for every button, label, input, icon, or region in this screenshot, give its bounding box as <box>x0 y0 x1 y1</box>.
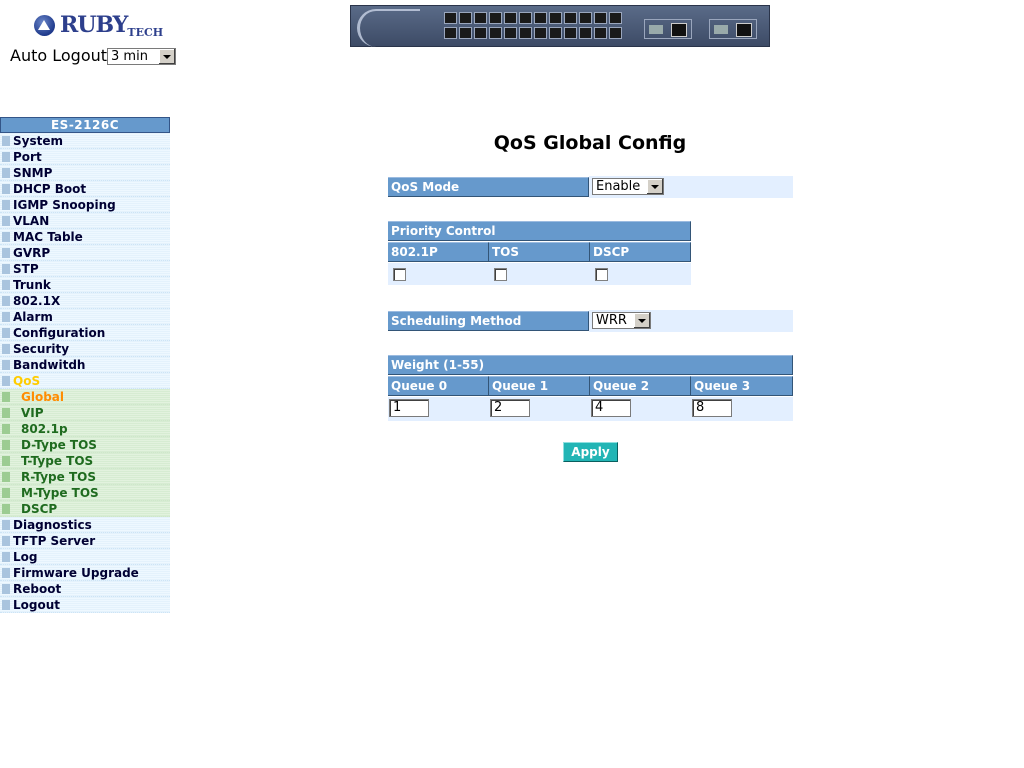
sidebar-item-tftp-server[interactable]: TFTP Server <box>0 533 170 549</box>
queue-2-weight-input[interactable]: 4 <box>591 399 631 417</box>
weight-col-queue-0: Queue 0 <box>388 376 489 396</box>
logo-wordmark: RUBYTECH <box>60 12 163 39</box>
sidebar-item-vlan[interactable]: VLAN <box>0 213 170 229</box>
sidebar-subitem-8021p[interactable]: 802.1p <box>0 421 170 437</box>
switch-front-panel-image <box>350 5 770 47</box>
sidebar-item-qos[interactable]: QoS <box>0 373 170 389</box>
weight-cell-queue-3: 8 <box>691 397 793 421</box>
sidebar-item-dhcp-boot[interactable]: DHCP Boot <box>0 181 170 197</box>
priority-8021p-checkbox[interactable] <box>393 268 406 281</box>
qos-mode-select[interactable]: Enable <box>592 178 664 195</box>
sidebar-item-diagnostics[interactable]: Diagnostics <box>0 517 170 533</box>
weight-col-queue-2: Queue 2 <box>590 376 691 396</box>
priority-cell-tos <box>489 263 590 285</box>
weight-cell-queue-2: 4 <box>590 397 691 421</box>
queue-3-weight-input[interactable]: 8 <box>692 399 732 417</box>
weight-col-queue-1: Queue 1 <box>489 376 590 396</box>
scheduling-method-value: WRR <box>596 313 627 328</box>
priority-tos-checkbox[interactable] <box>494 268 507 281</box>
device-ports <box>444 12 622 39</box>
apply-button[interactable]: Apply <box>563 442 618 462</box>
sidebar-subitem-d-type-tos[interactable]: D-Type TOS <box>0 437 170 453</box>
device-gigabit-port-1 <box>644 19 692 39</box>
sidebar-subitem-r-type-tos[interactable]: R-Type TOS <box>0 469 170 485</box>
chevron-down-icon[interactable] <box>633 313 650 328</box>
priority-dscp-checkbox[interactable] <box>595 268 608 281</box>
priority-control-title: Priority Control <box>388 221 691 241</box>
scheduling-method-select[interactable]: WRR <box>592 312 651 329</box>
weight-cell-queue-1: 2 <box>489 397 590 421</box>
priority-col-8021p: 802.1P <box>388 242 489 262</box>
sidebar-subitem-vip[interactable]: VIP <box>0 405 170 421</box>
sidebar-item-snmp[interactable]: SNMP <box>0 165 170 181</box>
sidebar-item-8021x[interactable]: 802.1X <box>0 293 170 309</box>
priority-cell-dscp <box>590 263 691 285</box>
logo-text: RUBY <box>60 12 128 38</box>
sidebar-item-security[interactable]: Security <box>0 341 170 357</box>
sidebar-menu: ES-2126C System Port SNMP DHCP Boot IGMP… <box>0 117 170 613</box>
sidebar-item-alarm[interactable]: Alarm <box>0 309 170 325</box>
qos-mode-value: Enable <box>596 179 641 194</box>
sidebar-item-trunk[interactable]: Trunk <box>0 277 170 293</box>
sidebar-item-stp[interactable]: STP <box>0 261 170 277</box>
priority-cell-8021p <box>388 263 489 285</box>
sidebar-subitem-global[interactable]: Global <box>0 389 170 405</box>
sidebar-item-igmp-snooping[interactable]: IGMP Snooping <box>0 197 170 213</box>
chevron-down-icon[interactable] <box>646 179 663 194</box>
device-gigabit-port-2 <box>709 19 757 39</box>
queue-0-weight-input[interactable]: 1 <box>389 399 429 417</box>
queue-1-weight-input[interactable]: 2 <box>490 399 530 417</box>
scheduling-method-cell: WRR <box>589 310 793 332</box>
rubytech-logo: RUBYTECH <box>34 12 163 40</box>
sidebar-item-configuration[interactable]: Configuration <box>0 325 170 341</box>
logo-emblem-icon <box>34 15 55 36</box>
priority-col-tos: TOS <box>489 242 590 262</box>
sidebar-item-gvrp[interactable]: GVRP <box>0 245 170 261</box>
weight-title: Weight (1-55) <box>388 355 793 375</box>
auto-logout: Auto Logout 3 min <box>10 46 177 65</box>
sidebar-subitem-t-type-tos[interactable]: T-Type TOS <box>0 453 170 469</box>
sidebar-subitem-m-type-tos[interactable]: M-Type TOS <box>0 485 170 501</box>
weight-col-queue-3: Queue 3 <box>691 376 793 396</box>
weight-cell-queue-0: 1 <box>388 397 489 421</box>
priority-col-dscp: DSCP <box>590 242 691 262</box>
sidebar-item-port[interactable]: Port <box>0 149 170 165</box>
page-title: QoS Global Config <box>493 132 687 154</box>
scheduling-method-label: Scheduling Method <box>388 311 589 331</box>
sidebar-item-reboot[interactable]: Reboot <box>0 581 170 597</box>
qos-mode-label: QoS Mode <box>388 177 589 197</box>
auto-logout-select[interactable]: 3 min <box>107 48 177 65</box>
qos-mode-cell: Enable <box>589 176 793 198</box>
auto-logout-value: 3 min <box>111 49 148 64</box>
sidebar-title: ES-2126C <box>0 117 170 133</box>
sidebar-item-system[interactable]: System <box>0 133 170 149</box>
sidebar-item-bandwidth[interactable]: Bandwitdh <box>0 357 170 373</box>
sidebar-item-firmware-upgrade[interactable]: Firmware Upgrade <box>0 565 170 581</box>
auto-logout-label: Auto Logout <box>10 46 108 65</box>
sidebar-item-log[interactable]: Log <box>0 549 170 565</box>
chevron-down-icon[interactable] <box>158 49 176 64</box>
device-swoosh <box>357 9 420 47</box>
sidebar-subitem-dscp[interactable]: DSCP <box>0 501 170 517</box>
logo-suffix: TECH <box>127 26 164 39</box>
sidebar-item-logout[interactable]: Logout <box>0 597 170 613</box>
sidebar-item-mac-table[interactable]: MAC Table <box>0 229 170 245</box>
